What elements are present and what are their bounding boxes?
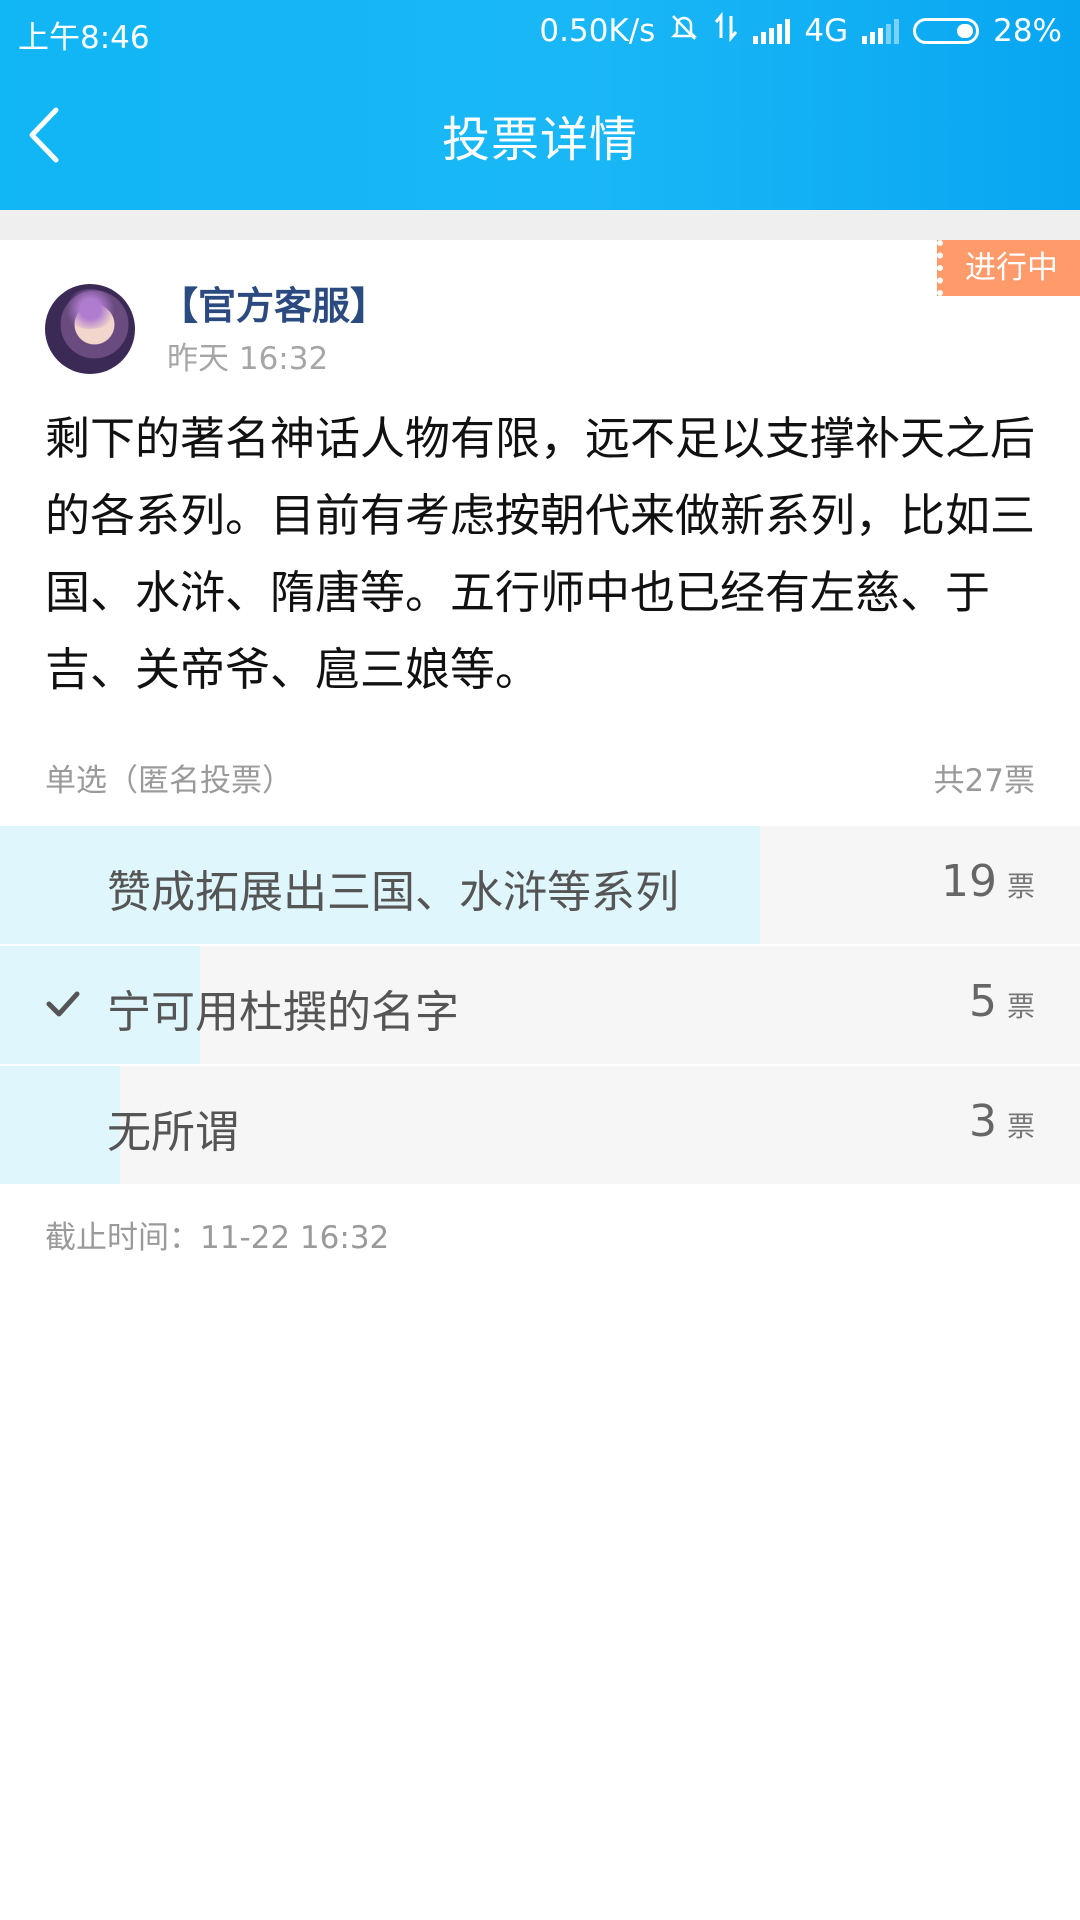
vote-option-count: 5 票 bbox=[969, 976, 1035, 1027]
data-transfer-icon bbox=[713, 11, 739, 50]
vote-count-value: 3 bbox=[968, 1096, 997, 1147]
network-type: 4G bbox=[804, 13, 849, 49]
author-name[interactable]: 【官方客服】 bbox=[160, 275, 388, 330]
vote-option[interactable]: 无所谓 3 票 bbox=[0, 1066, 1080, 1184]
vote-option-count: 19 票 bbox=[941, 856, 1035, 907]
vote-total: 共27票 bbox=[933, 763, 1035, 799]
vote-count-value: 5 bbox=[968, 976, 997, 1027]
vote-option-bar bbox=[0, 1066, 120, 1184]
vote-option[interactable]: 宁可用杜撰的名字 5 票 bbox=[0, 946, 1080, 1064]
signal-icon bbox=[753, 18, 791, 44]
vote-count-unit: 票 bbox=[1006, 990, 1035, 1023]
vote-option-label: 无所谓 bbox=[107, 1107, 239, 1158]
vote-option-label: 赞成拓展出三国、水浒等系列 bbox=[107, 867, 679, 918]
network-speed: 0.50K/s bbox=[539, 13, 656, 49]
page-title: 投票详情 bbox=[441, 112, 638, 168]
status-right: 0.50K/s 4G 28% bbox=[539, 11, 1062, 50]
vote-type: 单选（匿名投票） bbox=[45, 763, 293, 799]
status-bar: 上午8:46 0.50K/s 4G 28% bbox=[0, 0, 1080, 60]
nav-bar: 投票详情 bbox=[0, 60, 1080, 210]
battery-level: 28% bbox=[993, 13, 1062, 49]
post-content: 剩下的著名神话人物有限，远不足以支撑补天之后的各系列。目前有考虑按朝代来做新系列… bbox=[45, 412, 1036, 696]
mute-bell-icon bbox=[669, 12, 699, 50]
vote-option-label: 宁可用杜撰的名字 bbox=[107, 987, 459, 1038]
vote-count-unit: 票 bbox=[1006, 1110, 1035, 1143]
status-badge: 进行中 bbox=[937, 240, 1080, 296]
status-time: 上午8:46 bbox=[18, 20, 150, 56]
battery-icon bbox=[913, 18, 980, 44]
post-time: 昨天 16:32 bbox=[167, 341, 329, 377]
top-bar: 上午8:46 0.50K/s 4G 28% 投票详情 bbox=[0, 0, 1080, 210]
avatar[interactable] bbox=[45, 284, 135, 374]
vote-count-value: 19 bbox=[940, 856, 997, 907]
vote-deadline: 截止时间：11-22 16:32 bbox=[45, 1220, 390, 1256]
section-divider bbox=[0, 210, 1080, 240]
signal-icon-secondary bbox=[862, 18, 900, 44]
checkmark-icon bbox=[46, 991, 80, 1017]
vote-option-count: 3 票 bbox=[969, 1096, 1035, 1147]
vote-count-unit: 票 bbox=[1006, 870, 1035, 903]
vote-option[interactable]: 赞成拓展出三国、水浒等系列 19 票 bbox=[0, 826, 1080, 944]
